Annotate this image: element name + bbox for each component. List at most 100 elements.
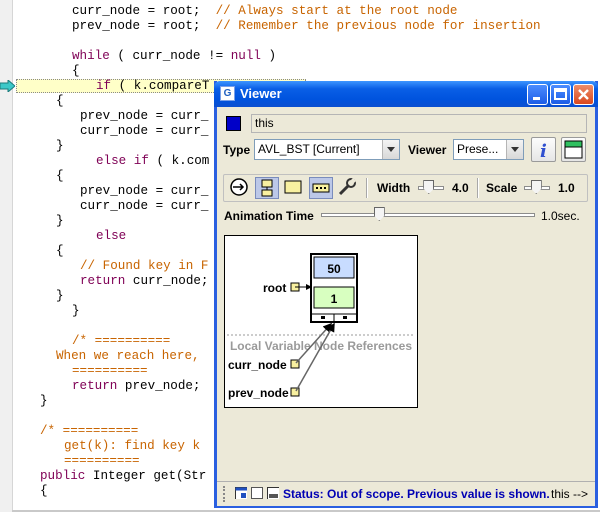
- tools-button[interactable]: [336, 177, 360, 199]
- code-text: ( curr_node !=: [109, 49, 231, 63]
- width-slider-thumb[interactable]: [423, 180, 435, 194]
- code-line[interactable]: if ( k.compareT: [96, 79, 209, 94]
- code-text: }: [56, 289, 64, 303]
- viewer-window[interactable]: G Viewer this Type AVL_BST [Current] Vie…: [214, 81, 598, 508]
- note-button[interactable]: [282, 177, 306, 199]
- code-line[interactable]: curr_node = curr_: [80, 124, 208, 139]
- code-line[interactable]: return prev_node;: [72, 379, 201, 394]
- code-text: Integer get(Str: [85, 469, 207, 483]
- width-label: Width: [377, 181, 411, 195]
- variable-name-field[interactable]: this: [251, 114, 587, 133]
- viewer-select[interactable]: Prese...: [453, 139, 524, 160]
- code-comment: // Remember the previous node for insert…: [215, 19, 541, 33]
- status-link[interactable]: this -->: [551, 487, 588, 501]
- code-keyword: while: [72, 49, 110, 63]
- code-comment: ==========: [72, 364, 148, 378]
- code-line[interactable]: curr_node = curr_: [80, 199, 208, 214]
- code-line[interactable]: }: [56, 289, 64, 304]
- code-line[interactable]: get(k): find key k: [64, 439, 200, 454]
- scale-value: 1.0: [558, 181, 575, 195]
- code-line[interactable]: /* ==========: [40, 424, 138, 439]
- code-line[interactable]: }: [72, 304, 80, 319]
- code-line[interactable]: When we reach here,: [56, 349, 200, 364]
- info-icon: i: [540, 141, 547, 161]
- maximize-icon: [554, 88, 567, 100]
- code-line[interactable]: {: [56, 169, 64, 184]
- scale-slider-thumb[interactable]: [530, 180, 542, 194]
- execution-arrow-icon: [0, 80, 15, 92]
- code-text: }: [56, 214, 64, 228]
- minimize-icon: [533, 97, 540, 100]
- close-icon: [578, 89, 589, 100]
- wrench-icon: [338, 177, 357, 196]
- animation-time-slider[interactable]: [321, 213, 535, 217]
- code-comment: /* ==========: [72, 334, 171, 348]
- code-text: prev_node = curr_: [80, 184, 209, 198]
- editor-gutter[interactable]: [0, 0, 13, 512]
- svg-text:i: i: [540, 141, 547, 161]
- color-panel-button[interactable]: [561, 137, 586, 162]
- chevron-down-icon[interactable]: [506, 140, 523, 159]
- maximize-button[interactable]: [550, 84, 571, 105]
- code-comment: /* ==========: [40, 424, 139, 438]
- code-comment: // Found key in F: [80, 259, 209, 273]
- viewer-app-icon: G: [220, 86, 235, 101]
- code-line[interactable]: ==========: [64, 454, 140, 469]
- code-text: ): [260, 49, 277, 63]
- viewer-title-bar[interactable]: G Viewer: [214, 81, 598, 107]
- structure-diagram: 50 1 root Local Variable Node References…: [227, 253, 415, 400]
- tile-icon[interactable]: [267, 487, 279, 499]
- code-text: curr_node;: [125, 274, 209, 288]
- window-icon[interactable]: [251, 487, 263, 499]
- info-button[interactable]: i: [531, 137, 556, 162]
- code-text: }: [56, 139, 64, 153]
- code-line[interactable]: public Integer get(Str: [40, 469, 206, 484]
- structure-canvas[interactable]: 50 1 root Local Variable Node References…: [224, 235, 418, 408]
- code-line[interactable]: return curr_node;: [80, 274, 209, 289]
- code-line[interactable]: else: [96, 229, 126, 244]
- code-line[interactable]: prev_node = root; // Remember the previo…: [72, 19, 541, 34]
- status-grip[interactable]: [223, 486, 229, 502]
- prev-node-label: prev_node: [228, 386, 289, 400]
- code-line[interactable]: }: [56, 139, 64, 154]
- node-layout-icon: [261, 179, 273, 197]
- code-comment: When we reach here,: [56, 349, 200, 363]
- code-line[interactable]: /* ==========: [72, 334, 170, 349]
- close-button[interactable]: [573, 84, 594, 105]
- code-line[interactable]: curr_node = root; // Always start at the…: [72, 4, 457, 19]
- chevron-down-icon[interactable]: [382, 140, 399, 159]
- type-select[interactable]: AVL_BST [Current]: [254, 139, 400, 160]
- step-button[interactable]: [228, 177, 252, 199]
- animation-time-slider-thumb[interactable]: [373, 207, 385, 221]
- minimize-button[interactable]: [527, 84, 548, 105]
- code-line[interactable]: {: [56, 244, 64, 259]
- color-swatch[interactable]: [226, 116, 241, 131]
- code-text: {: [56, 169, 64, 183]
- code-line[interactable]: }: [40, 394, 48, 409]
- code-text: {: [72, 64, 80, 78]
- code-text: prev_node;: [117, 379, 201, 393]
- code-text: }: [40, 394, 48, 408]
- code-line[interactable]: while ( curr_node != null ): [72, 49, 276, 64]
- code-line[interactable]: {: [56, 94, 64, 109]
- code-line[interactable]: }: [56, 214, 64, 229]
- compact-view-button[interactable]: [309, 177, 333, 199]
- code-line[interactable]: prev_node = curr_: [80, 184, 208, 199]
- code-line[interactable]: else if ( k.com: [96, 154, 209, 169]
- code-keyword: null: [230, 49, 261, 63]
- code-text: prev_node = root;: [72, 19, 216, 33]
- viewer-title: Viewer: [240, 86, 282, 101]
- viewer-toolbar: Width 4.0 Scale 1.0: [223, 174, 588, 202]
- code-line[interactable]: // Found key in F: [80, 259, 208, 274]
- code-text: {: [56, 94, 64, 108]
- code-keyword: public: [40, 469, 86, 483]
- toolbar-separator: [477, 178, 479, 198]
- dock-icon[interactable]: [235, 487, 247, 499]
- code-line[interactable]: {: [72, 64, 80, 79]
- code-line[interactable]: {: [40, 484, 48, 499]
- layout-button[interactable]: [255, 177, 279, 199]
- code-keyword: else if: [96, 154, 149, 168]
- code-line[interactable]: ==========: [72, 364, 148, 379]
- code-keyword: return: [72, 379, 118, 393]
- code-line[interactable]: prev_node = curr_: [80, 109, 208, 124]
